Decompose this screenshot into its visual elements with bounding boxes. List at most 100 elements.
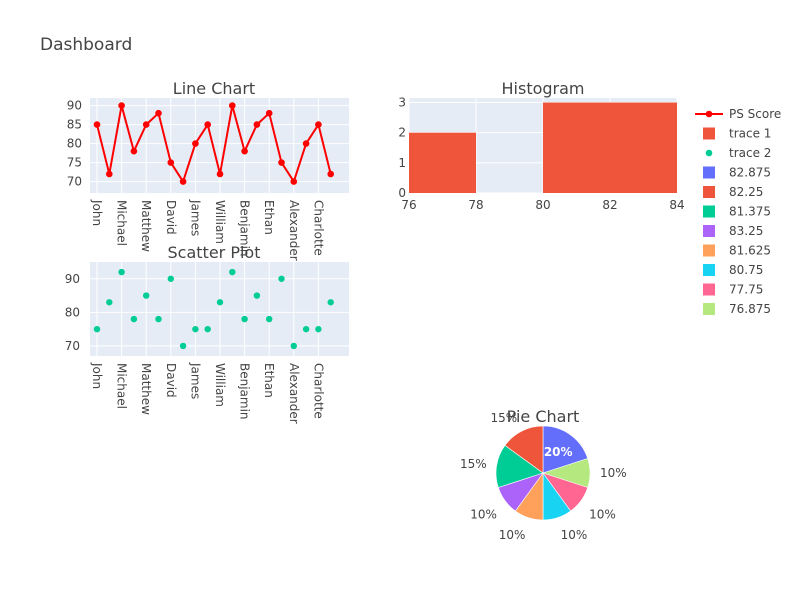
legend-dot-swatch — [705, 149, 713, 157]
line-chart-point — [204, 121, 211, 128]
dashboard-figure: Dashboard Line Chart 70 75 80 85 90 John Micha… — [40, 35, 781, 542]
line-chart-x-tick: David — [164, 200, 178, 235]
legend-item[interactable]: 76.875 — [703, 302, 771, 316]
line-chart-y-tick: 70 — [67, 175, 82, 189]
pie-slice-label: 10% — [561, 528, 588, 542]
scatter-point — [155, 315, 162, 323]
line-chart-x-tick: Michael — [115, 200, 129, 246]
scatter-x-tick: William — [213, 363, 227, 407]
line-chart-x-tick: Alexander — [287, 200, 301, 261]
line-chart-point — [93, 121, 101, 128]
histogram-bar — [409, 132, 476, 193]
legend-marker-swatch — [705, 110, 713, 118]
legend-square-swatch — [703, 303, 715, 315]
histogram-x-tick: 82 — [602, 198, 617, 212]
line-chart-point — [167, 159, 175, 166]
line-chart-panel: Line Chart 70 75 80 85 90 John Michael Matthew D… — [67, 79, 349, 261]
legend-item[interactable]: 81.375 — [703, 205, 771, 219]
scatter-plot-panel: Scatter Plot 70 80 90 John Michael Matthew Dav… — [65, 243, 349, 424]
scatter-x-tick: Matthew — [139, 363, 153, 415]
line-chart-x-tick: Matthew — [139, 200, 153, 252]
line-chart-point — [278, 159, 285, 166]
legend-item[interactable]: 81.625 — [703, 244, 771, 258]
legend[interactable]: PS Score trace 1 trace 2 82.875 82.25 81.375 8… — [695, 107, 781, 316]
histogram-x-tick: 80 — [535, 198, 550, 212]
legend-square-swatch — [703, 225, 715, 237]
scatter-x-tick: Charlotte — [311, 363, 325, 419]
legend-square-swatch — [703, 244, 715, 257]
scatter-x-tick: Alexander — [287, 363, 301, 424]
line-chart-title: Line Chart — [173, 79, 255, 98]
line-chart-x-tick: Charlotte — [311, 200, 325, 256]
pie-slice-label: 20% — [544, 445, 573, 459]
legend-label: PS Score — [729, 107, 781, 121]
scatter-y-tick: 70 — [65, 339, 80, 353]
line-chart-point — [142, 121, 150, 128]
histogram-x-tick: 78 — [468, 198, 483, 212]
legend-square-swatch — [703, 127, 715, 140]
scatter-point — [143, 292, 150, 299]
legend-item[interactable]: trace 1 — [703, 127, 771, 141]
line-chart-y-tick: 75 — [67, 156, 82, 170]
scatter-point — [167, 275, 174, 282]
scatter-point — [118, 268, 125, 276]
scatter-plot-title: Scatter Plot — [168, 243, 261, 262]
line-chart-y-tick: 80 — [67, 137, 82, 151]
legend-label: 81.625 — [729, 244, 771, 258]
legend-item[interactable]: PS Score — [695, 107, 781, 121]
histogram-x-tick: 84 — [669, 198, 684, 212]
scatter-x-tick: John — [90, 362, 104, 389]
scatter-point — [266, 315, 273, 323]
line-chart-point — [155, 109, 162, 117]
scatter-point — [278, 275, 285, 282]
pie-slice-label: 10% — [470, 508, 497, 522]
line-chart-point — [179, 178, 187, 185]
pie-slice-label: 15% — [460, 457, 487, 471]
line-chart-point — [192, 140, 199, 147]
legend-item[interactable]: 80.75 — [703, 263, 763, 277]
pie-slice-label: 15% — [490, 411, 517, 425]
line-chart-point — [327, 170, 335, 178]
legend-square-swatch — [703, 283, 715, 296]
scatter-x-tick: Ethan — [262, 363, 276, 398]
scatter-point — [179, 342, 187, 350]
scatter-point — [315, 325, 322, 333]
histogram-title: Histogram — [502, 79, 585, 98]
line-chart-point — [130, 147, 138, 155]
pie-slice-label: 10% — [600, 466, 627, 480]
line-chart-point — [253, 121, 261, 128]
line-chart-y-tick: 90 — [67, 99, 82, 113]
scatter-point — [216, 299, 224, 306]
scatter-y-tick: 90 — [65, 272, 80, 286]
pie-chart-title: Pie Chart — [507, 407, 580, 426]
legend-square-swatch — [703, 186, 715, 198]
scatter-point — [130, 315, 138, 323]
scatter-point — [241, 315, 248, 323]
legend-label: 80.75 — [729, 263, 763, 277]
line-chart-point — [315, 121, 322, 128]
line-chart-point — [229, 102, 236, 109]
scatter-point — [192, 325, 199, 333]
legend-label: 82.875 — [729, 166, 771, 180]
line-chart-point — [241, 147, 248, 155]
scatter-point — [290, 342, 297, 350]
line-chart-x-tick: John — [90, 199, 104, 226]
legend-label: 76.875 — [729, 302, 771, 316]
scatter-point — [327, 299, 334, 306]
histogram-bar — [543, 102, 677, 193]
line-chart-point — [106, 170, 113, 178]
histogram-x-tick: 76 — [401, 198, 416, 212]
pie-chart-panel: Pie Chart 20%10%10%10%10%10%15%15% — [460, 407, 627, 542]
legend-item[interactable]: 83.25 — [703, 224, 763, 238]
legend-item[interactable]: 77.75 — [703, 283, 763, 297]
line-chart-point — [265, 109, 273, 117]
legend-item[interactable]: 82.875 — [703, 166, 771, 180]
legend-item[interactable]: trace 2 — [705, 146, 772, 160]
scatter-x-tick: David — [164, 363, 178, 398]
histogram-panel: Histogram 012376 78 80 82 84 — [398, 79, 684, 212]
legend-item[interactable]: 82.25 — [703, 185, 763, 199]
legend-label: 82.25 — [729, 185, 763, 199]
legend-square-swatch — [703, 166, 715, 179]
pie-slice-label: 10% — [499, 528, 526, 542]
scatter-x-tick: Benjamin — [238, 363, 252, 420]
